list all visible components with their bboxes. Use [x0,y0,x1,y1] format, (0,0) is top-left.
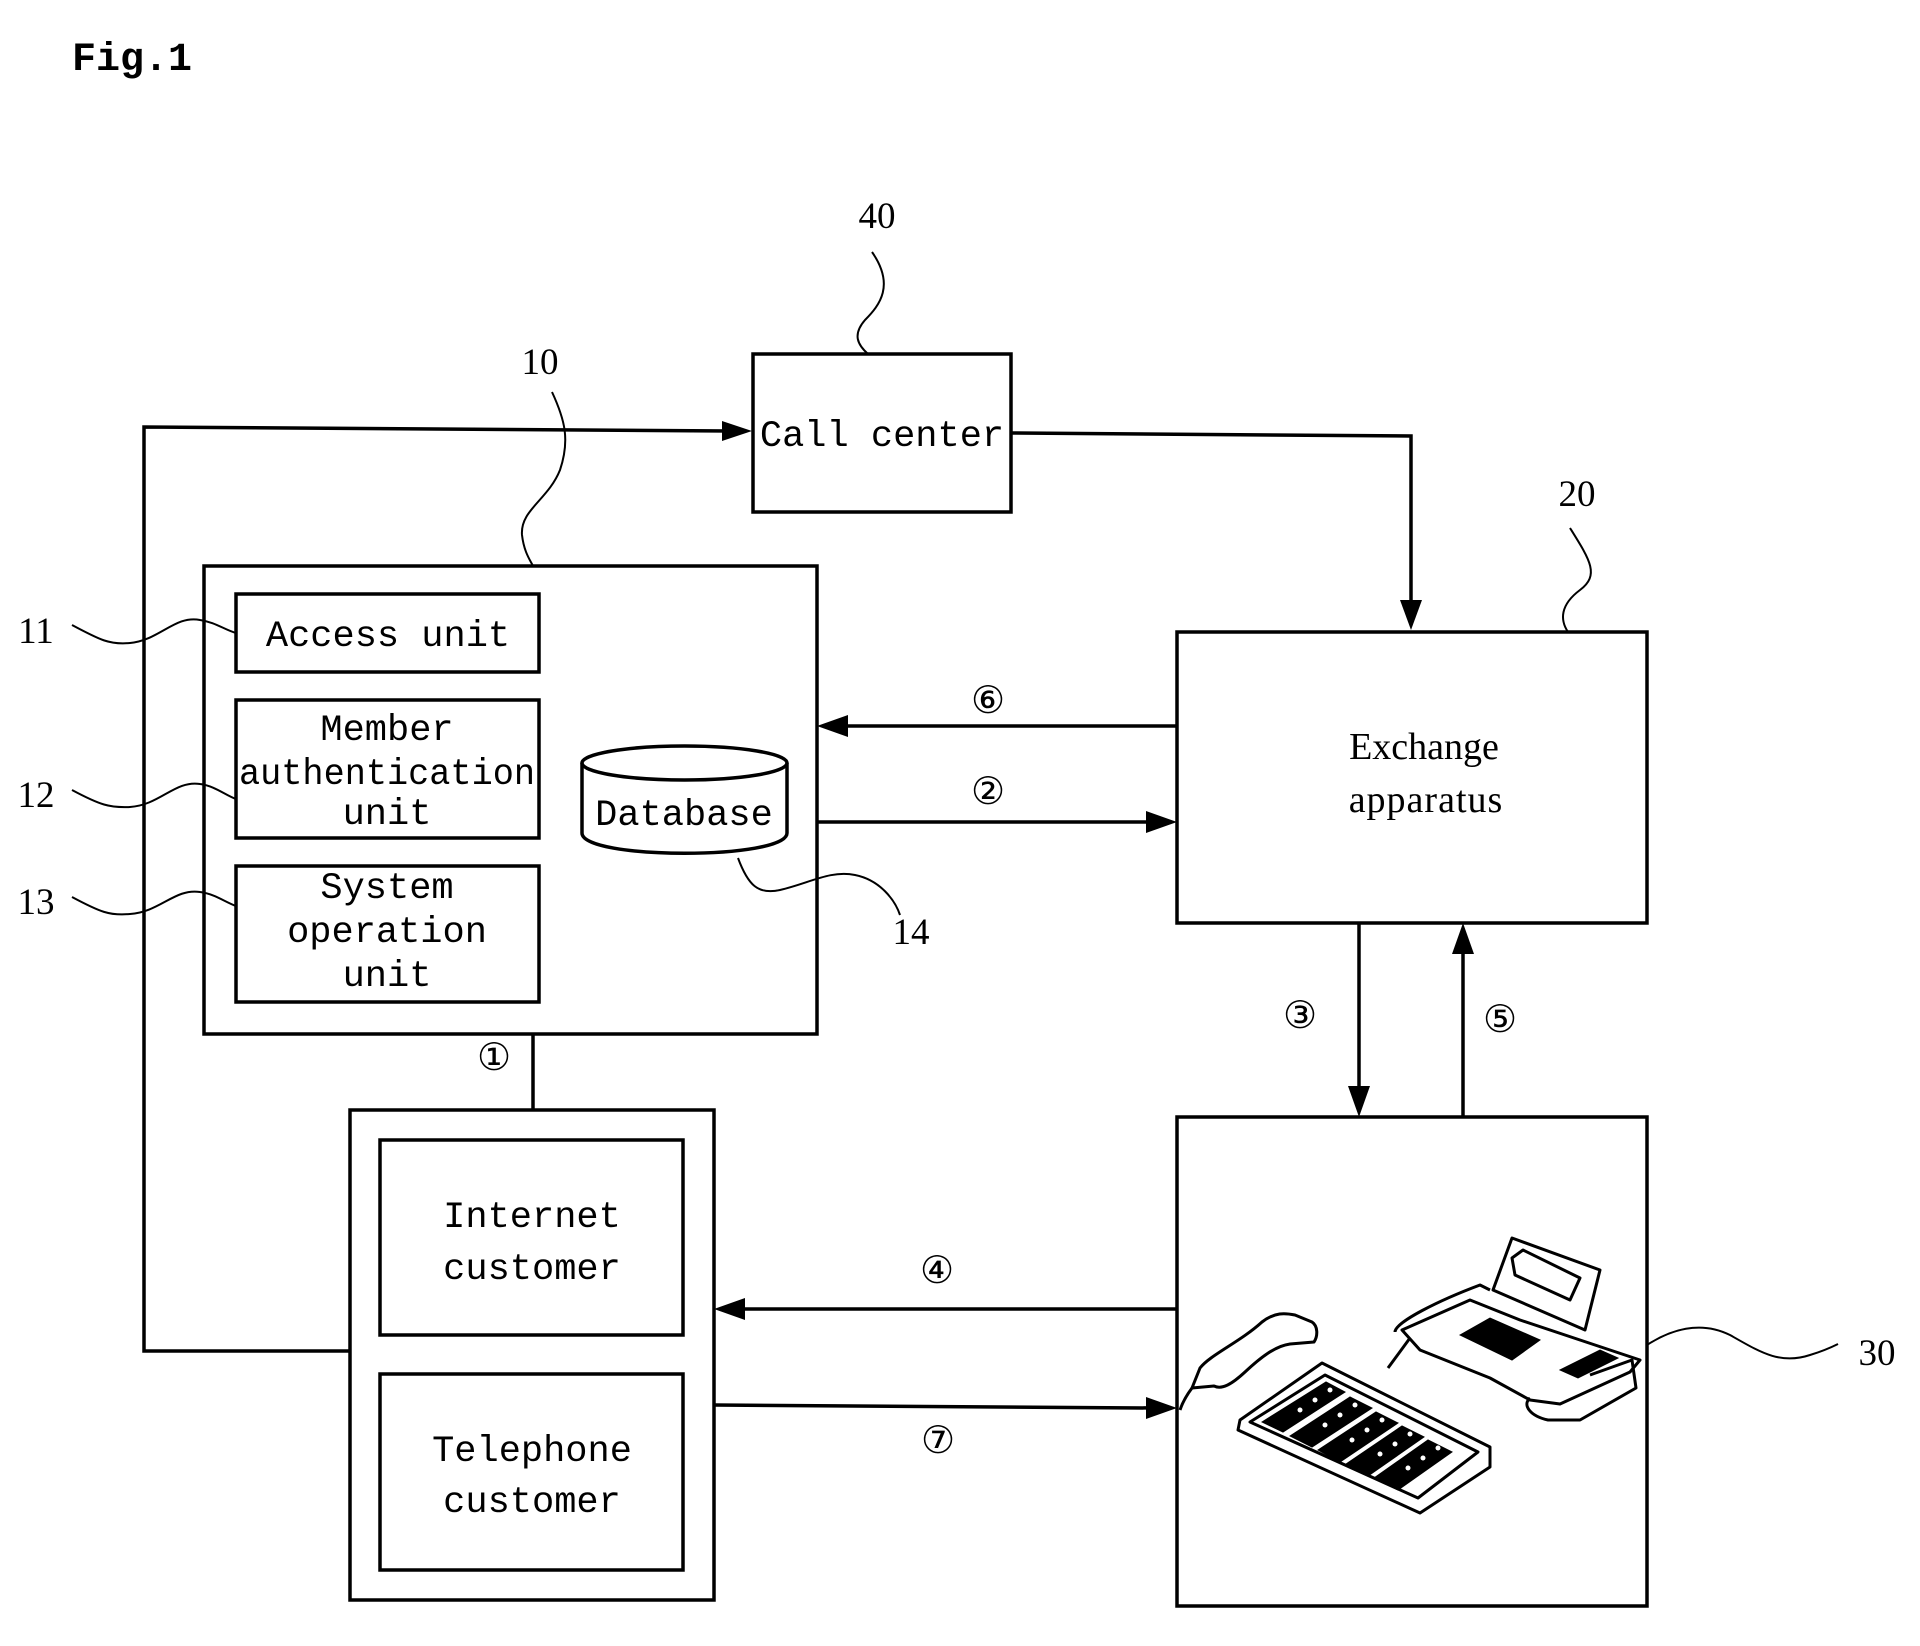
arrowhead [817,715,848,737]
leader-line-40 [856,251,885,355]
database-cylinder: Database [580,744,789,855]
exchange-label-line1: Exchange [1349,726,1499,768]
ref-label-14: 14 [893,912,930,953]
call-center-label: Call center [760,416,1004,458]
database-label: Database [595,795,773,837]
step-label-1: ① [477,1035,511,1079]
leader-line-30 [1646,1326,1839,1360]
figure-title: Fig.1 [72,38,192,83]
arrow-step-2 [817,811,1177,833]
system-op-label-line1: System [320,868,453,910]
exchange-label-line2: apparatus [1349,779,1504,821]
step-label-4: ④ [920,1248,954,1292]
connector-call-center-to-exchange [1010,431,1422,630]
diagram-canvas: Fig.1 Call center 40 Access unit Member … [18,38,1896,1608]
arrow-step-5 [1452,923,1474,1117]
customers-block: Internet customer Telephone customer [348,1108,716,1602]
arrowhead [722,421,752,441]
step-label-6: ⑥ [971,678,1005,722]
telephone-customer-label-line2: customer [443,1482,621,1524]
ref-label-12: 12 [18,775,55,816]
arrowhead [1400,600,1422,630]
system-op-label-line2: operation [287,912,487,954]
ref-label-13: 13 [18,882,55,923]
call-center-block: Call center [751,352,1013,514]
ref-label-20: 20 [1559,474,1596,515]
system-op-label-line3: unit [343,956,432,998]
arrowhead [714,1298,745,1320]
ref-label-30: 30 [1859,1333,1896,1374]
internet-customer-label-line1: Internet [443,1197,621,1239]
arrowhead [1146,811,1177,833]
ref-label-11: 11 [18,611,54,652]
arrow-step-4 [714,1298,1177,1320]
ref-label-40: 40 [859,196,896,237]
member-auth-label-line1: Member [320,710,453,752]
step-label-7: ⑦ [921,1418,955,1462]
arrowhead [1348,1086,1370,1117]
step-label-3: ③ [1283,993,1317,1037]
telephone-customer-label-line1: Telephone [432,1431,632,1473]
leader-line-20 [1562,527,1592,633]
terminal-block [1175,1115,1649,1608]
arrowhead [1146,1397,1177,1419]
step-label-2: ② [971,769,1005,813]
arrow-step-7 [713,1397,1177,1419]
exchange-apparatus-box [1175,630,1649,925]
member-auth-label-line2: authentication [239,754,535,796]
arrowhead [1452,923,1474,954]
member-auth-label-line3: unit [343,794,432,836]
exchange-apparatus-block: Exchange apparatus [1175,630,1649,925]
step-label-5: ⑤ [1483,997,1517,1041]
access-unit-label: Access unit [266,616,510,658]
arrow-step-3 [1348,923,1370,1117]
ref-label-10: 10 [522,342,559,383]
server-system-block: Access unit Member authentication unit S… [202,564,819,1036]
leader-line-10 [520,391,567,567]
internet-customer-label-line2: customer [443,1249,621,1291]
